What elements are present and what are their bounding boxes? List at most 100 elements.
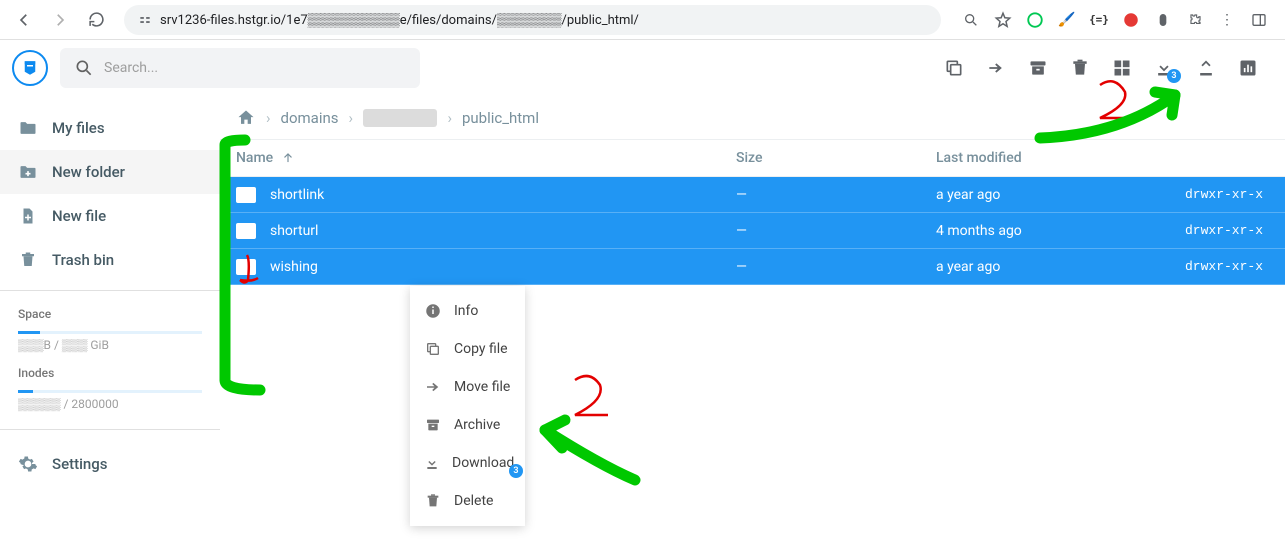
table-header: Name Size Last modified <box>220 140 1285 177</box>
file-size: — <box>736 223 936 239</box>
ctx-label: Archive <box>454 417 500 433</box>
address-url: srv1236-files.hstgr.io/1e7▒▒▒▒▒▒▒▒▒▒e/fi… <box>160 12 639 28</box>
archive-icon <box>424 416 442 434</box>
file-modified: a year ago <box>936 187 1136 203</box>
sidebar-item-myfiles[interactable]: My files <box>0 106 220 150</box>
extensions-puzzle-icon[interactable] <box>1185 10 1205 30</box>
ctx-delete[interactable]: Delete <box>410 482 525 520</box>
sidebar: My files New folder New file Trash bin S… <box>0 96 220 539</box>
ext-green-icon[interactable] <box>1025 10 1045 30</box>
ctx-info[interactable]: Info <box>410 292 525 330</box>
side-panel-icon[interactable] <box>1249 10 1269 30</box>
sidebar-item-settings[interactable]: Settings <box>0 442 220 486</box>
ext-mouse-icon[interactable] <box>1153 10 1173 30</box>
table-row[interactable]: wishing — a year ago drwxr-xr-x <box>220 249 1285 285</box>
archive-icon[interactable] <box>1027 57 1049 79</box>
zoom-icon[interactable] <box>961 10 981 30</box>
delete-icon[interactable] <box>1069 57 1091 79</box>
folder-icon <box>236 223 256 239</box>
sidebar-item-trash[interactable]: Trash bin <box>0 238 220 282</box>
sort-asc-icon <box>281 151 295 165</box>
action-toolbar: 3 <box>943 57 1273 79</box>
space-heading: Space <box>0 303 220 327</box>
col-name[interactable]: Name <box>236 150 736 166</box>
copy-icon <box>424 340 442 358</box>
breadcrumb-home-icon[interactable] <box>236 108 256 128</box>
grid-icon[interactable] <box>1111 57 1133 79</box>
chevron-right-icon: › <box>266 109 271 127</box>
space-text: ▒▒▒B / ▒▒▒ GiB <box>0 336 220 362</box>
move-icon[interactable] <box>985 57 1007 79</box>
file-permissions: drwxr-xr-x <box>1136 187 1269 202</box>
app-logo[interactable] <box>12 50 48 86</box>
table-row[interactable]: shorturl — 4 months ago drwxr-xr-x <box>220 213 1285 249</box>
sidebar-item-newfolder[interactable]: New folder <box>0 150 220 194</box>
bookmark-star-icon[interactable] <box>993 10 1013 30</box>
breadcrumb: › domains › ▒▒▒▒▒▒▒ › public_html <box>220 96 1285 140</box>
file-permissions: drwxr-xr-x <box>1136 223 1269 238</box>
space-bar <box>18 331 202 334</box>
chevron-right-icon: › <box>349 109 354 127</box>
ext-braces-icon[interactable]: {=} <box>1089 10 1109 30</box>
sidebar-item-label: My files <box>52 119 105 137</box>
copy-icon[interactable] <box>943 57 965 79</box>
ctx-label: Info <box>454 303 478 319</box>
download-icon[interactable]: 3 <box>1153 57 1175 79</box>
col-modified[interactable]: Last modified <box>936 150 1136 166</box>
file-name: shorturl <box>270 223 318 239</box>
new-folder-icon <box>18 162 38 182</box>
sidebar-item-newfile[interactable]: New file <box>0 194 220 238</box>
ctx-copy[interactable]: Copy file <box>410 330 525 368</box>
content-area: › domains › ▒▒▒▒▒▒▒ › public_html Name S… <box>220 96 1285 539</box>
ctx-label: Copy file <box>454 341 508 357</box>
ctx-label: Download <box>452 455 514 471</box>
download-badge: 3 <box>509 464 523 478</box>
new-file-icon <box>18 206 38 226</box>
ctx-move[interactable]: Move file <box>410 368 525 406</box>
inodes-heading: Inodes <box>0 362 220 386</box>
sidebar-item-label: New file <box>52 207 106 225</box>
file-name: shortlink <box>270 187 324 203</box>
breadcrumb-item[interactable]: public_html <box>462 109 539 127</box>
context-menu: Info Copy file Move file Archive Downloa… <box>410 286 525 526</box>
stats-icon[interactable] <box>1237 57 1259 79</box>
search-icon <box>74 58 94 78</box>
ctx-download[interactable]: Download 3 <box>410 444 525 482</box>
sidebar-item-label: New folder <box>52 163 125 181</box>
chrome-menu-icon[interactable]: ⋮ <box>1217 10 1237 30</box>
ext-paint-icon[interactable]: 🖌️ <box>1057 10 1077 30</box>
site-settings-icon <box>138 13 152 27</box>
file-modified: 4 months ago <box>936 223 1136 239</box>
browser-actions: 🖌️ {=} ⋮ <box>955 10 1275 30</box>
col-size[interactable]: Size <box>736 150 936 166</box>
delete-icon <box>424 492 442 510</box>
folder-icon <box>18 118 38 138</box>
download-icon <box>424 454 440 472</box>
breadcrumb-item[interactable]: domains <box>281 109 339 127</box>
folder-icon <box>236 187 256 203</box>
app-toolbar: 3 <box>0 40 1285 96</box>
ctx-label: Delete <box>454 493 493 509</box>
file-size: — <box>736 259 936 275</box>
address-bar[interactable]: srv1236-files.hstgr.io/1e7▒▒▒▒▒▒▒▒▒▒e/fi… <box>124 5 941 35</box>
inodes-bar <box>18 390 202 393</box>
file-size: — <box>736 187 936 203</box>
file-permissions: drwxr-xr-x <box>1136 259 1269 274</box>
upload-icon[interactable] <box>1195 57 1217 79</box>
sidebar-item-label: Trash bin <box>52 251 114 269</box>
reload-button[interactable] <box>82 6 110 34</box>
chevron-right-icon: › <box>447 109 452 127</box>
search-input[interactable] <box>104 60 406 76</box>
download-badge: 3 <box>1167 69 1181 83</box>
breadcrumb-item[interactable]: ▒▒▒▒▒▒▒ <box>363 109 437 127</box>
ctx-archive[interactable]: Archive <box>410 406 525 444</box>
browser-chrome: srv1236-files.hstgr.io/1e7▒▒▒▒▒▒▒▒▒▒e/fi… <box>0 0 1285 40</box>
back-button[interactable] <box>10 6 38 34</box>
file-list: shortlink — a year ago drwxr-xr-x shortu… <box>220 177 1285 285</box>
info-icon <box>424 302 442 320</box>
search-box[interactable] <box>60 48 420 88</box>
forward-button[interactable] <box>46 6 74 34</box>
table-row[interactable]: shortlink — a year ago drwxr-xr-x <box>220 177 1285 213</box>
ctx-label: Move file <box>454 379 510 395</box>
ext-shield-icon[interactable] <box>1121 10 1141 30</box>
